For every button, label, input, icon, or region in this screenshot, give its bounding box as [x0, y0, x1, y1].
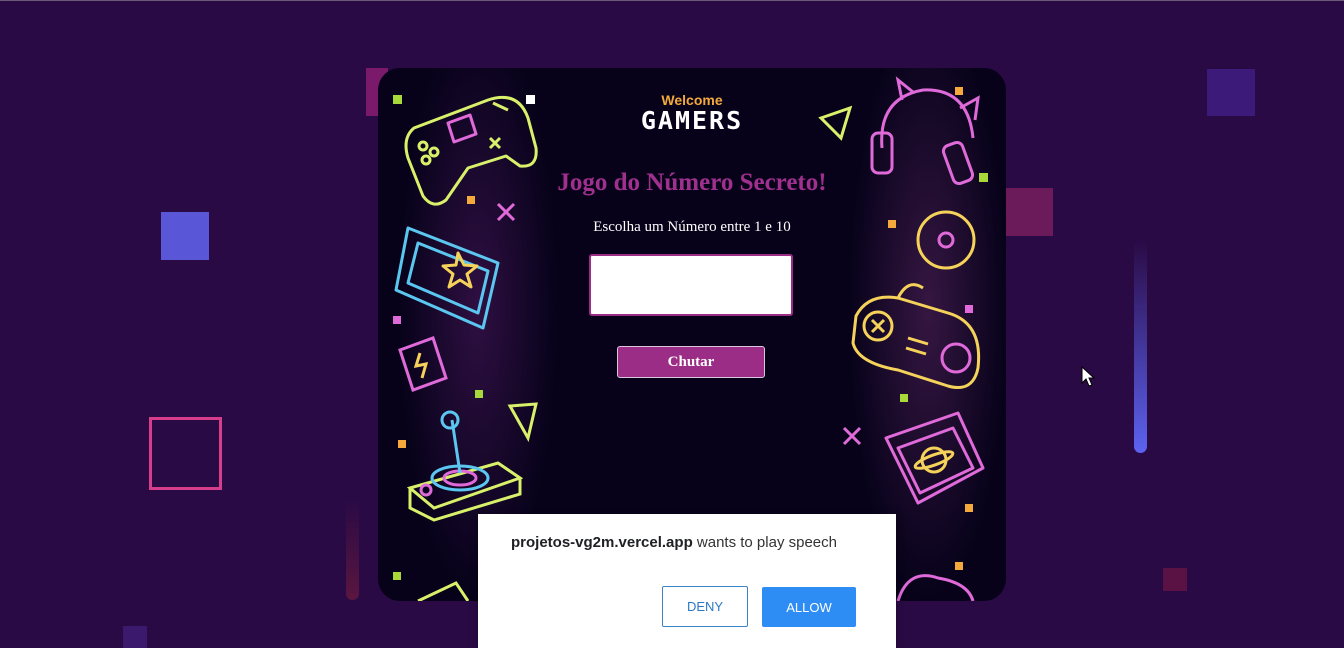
deco-square-magenta-right — [1006, 188, 1053, 236]
cursor-icon — [1081, 366, 1095, 387]
deco-square-blue — [161, 212, 209, 260]
prompt-site: projetos-vg2m.vercel.app — [511, 534, 693, 551]
prompt-message: projetos-vg2m.vercel.app wants to play s… — [511, 534, 837, 551]
cartridge-icon — [394, 226, 500, 330]
allow-button[interactable]: ALLOW — [762, 587, 856, 627]
deny-button[interactable]: DENY — [662, 586, 748, 627]
deco-square-purple — [123, 626, 147, 648]
guess-button[interactable]: Chutar — [617, 346, 765, 378]
gamers-logo: GAMERS — [640, 106, 744, 135]
page-title: Jogo do Número Secreto! — [557, 169, 827, 196]
deco-square-outline-pink — [149, 417, 222, 490]
joystick-icon — [406, 410, 524, 522]
deco-square-small — [1163, 568, 1187, 591]
energy-drink-icon — [398, 336, 448, 392]
deco-light-bar-left — [346, 500, 359, 600]
prompt-text: wants to play speech — [692, 534, 837, 551]
top-border — [0, 0, 1344, 1]
instruction-text: Escolha um Número entre 1 e 10 — [593, 219, 791, 235]
retro-controller-icon — [851, 283, 981, 389]
planet-cartridge-icon — [884, 411, 985, 505]
permission-prompt: projetos-vg2m.vercel.app wants to play s… — [478, 514, 896, 648]
deco-light-bar — [1134, 240, 1147, 453]
number-input[interactable] — [589, 254, 793, 316]
deco-square-indigo — [1207, 69, 1255, 116]
